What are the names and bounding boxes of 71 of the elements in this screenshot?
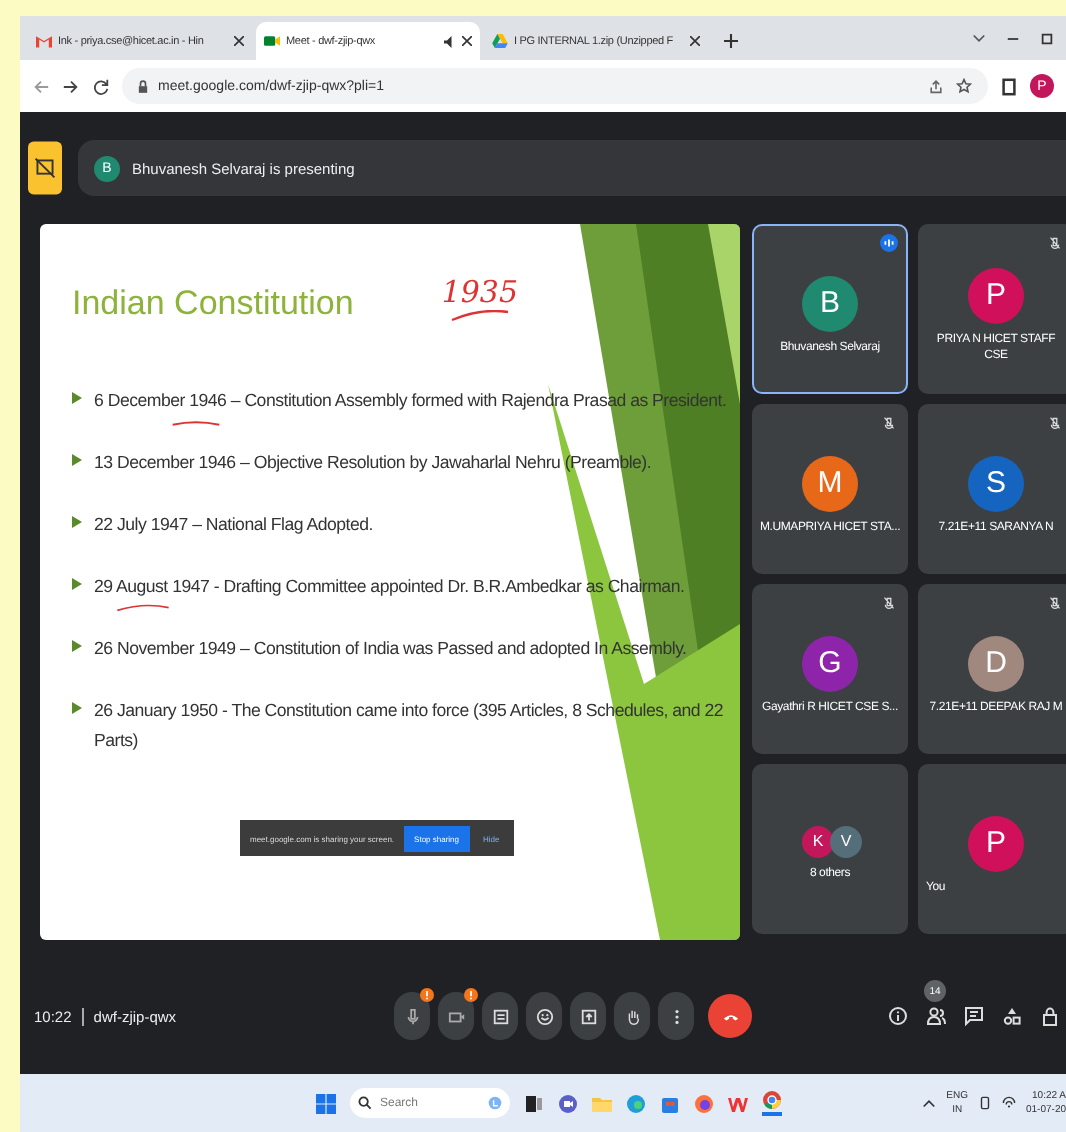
bullet-arrow-icon	[72, 578, 82, 590]
info-icon[interactable]	[888, 1006, 908, 1026]
office-icon[interactable]	[728, 1093, 748, 1113]
search-icon	[358, 1096, 372, 1110]
captions-icon	[491, 1007, 509, 1025]
browser-icon[interactable]	[762, 1090, 782, 1116]
hand-icon	[623, 1007, 641, 1025]
close-icon[interactable]	[462, 36, 472, 46]
present-button[interactable]	[570, 992, 606, 1040]
close-icon[interactable]	[234, 36, 244, 46]
people-icon	[926, 1006, 946, 1026]
lock-icon[interactable]	[1040, 1006, 1060, 1026]
chevron-down-icon[interactable]	[972, 31, 986, 45]
microphone-button[interactable]	[394, 992, 430, 1040]
emoji-button[interactable]	[526, 992, 562, 1040]
task-view-icon[interactable]	[524, 1093, 544, 1113]
store-icon[interactable]	[660, 1093, 680, 1113]
back-arrow-icon[interactable]	[32, 77, 50, 95]
video-chat-icon[interactable]	[558, 1093, 578, 1113]
avatar: S	[968, 455, 1024, 511]
reload-icon[interactable]	[92, 77, 110, 95]
video-camera-icon	[264, 34, 280, 48]
star-icon[interactable]	[956, 78, 972, 94]
assistant-icon	[488, 1096, 502, 1110]
close-icon[interactable]	[690, 36, 700, 46]
ink-underline	[168, 418, 224, 428]
browser-icon[interactable]	[626, 1093, 646, 1113]
bullet-arrow-icon	[72, 516, 82, 528]
upload-arrow-icon	[579, 1007, 597, 1025]
avatar: V	[830, 825, 862, 857]
bullet-arrow-icon	[72, 702, 82, 714]
phone-icon[interactable]	[977, 1096, 992, 1110]
lock-icon	[138, 79, 148, 93]
smiley-icon	[535, 1007, 553, 1025]
avatar: M	[802, 455, 858, 511]
handwritten-annotation: 1935	[441, 274, 519, 310]
avatar: B	[802, 275, 858, 331]
triangle-logo-icon	[492, 34, 508, 48]
browser-icon[interactable]	[694, 1093, 714, 1113]
stop-presenting-icon[interactable]	[28, 140, 62, 196]
windows-start-icon[interactable]	[316, 1093, 336, 1113]
ink-underline	[116, 604, 170, 614]
camera-icon	[447, 1007, 465, 1025]
raise-hand-button[interactable]	[614, 992, 650, 1040]
forward-arrow-icon[interactable]	[62, 77, 80, 95]
end-call-button[interactable]	[708, 994, 752, 1038]
avatar: G	[802, 635, 858, 691]
warning-badge-icon	[420, 988, 434, 1002]
speaker-icon[interactable]	[444, 35, 456, 47]
bullet-arrow-icon	[72, 392, 82, 404]
microphone-icon	[403, 1007, 421, 1025]
network-icon[interactable]	[1001, 1096, 1016, 1110]
side-panel-icon[interactable]	[1000, 77, 1018, 95]
bullet-text: 22 July 1947 – National Flag Adopted.	[94, 512, 373, 538]
new-tab-icon[interactable]	[724, 34, 738, 48]
warning-badge-icon	[464, 988, 478, 1002]
chevron-up-icon[interactable]	[922, 1096, 937, 1110]
avatar: D	[968, 635, 1024, 691]
avatar: K	[802, 825, 834, 857]
restore-icon[interactable]	[1040, 31, 1054, 45]
camera-button[interactable]	[438, 992, 474, 1040]
chat-icon[interactable]	[964, 1006, 984, 1026]
slide-title: Indian Constitution	[72, 284, 354, 324]
avatar: P	[968, 815, 1024, 871]
bullet-arrow-icon	[72, 454, 82, 466]
avatar: P	[968, 267, 1024, 323]
bullet-arrow-icon	[72, 640, 82, 652]
mail-icon	[36, 34, 52, 48]
captions-button[interactable]	[482, 992, 518, 1040]
shapes-icon[interactable]	[1002, 1006, 1022, 1026]
share-icon[interactable]	[928, 78, 944, 94]
